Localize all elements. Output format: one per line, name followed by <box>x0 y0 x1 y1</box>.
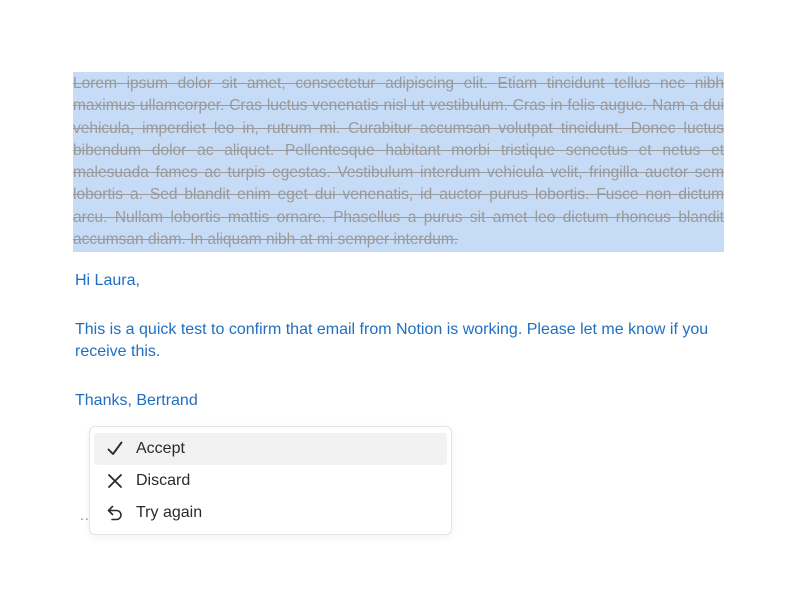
accept-label: Accept <box>136 440 185 457</box>
close-icon <box>108 474 122 488</box>
struck-paragraph-text: Lorem ipsum dolor sit amet, consectetur … <box>73 75 724 249</box>
try-again-menu-item[interactable]: Try again <box>94 497 447 529</box>
ai-action-menu: Accept Discard Try again <box>89 426 452 535</box>
check-icon <box>107 441 123 455</box>
undo-arrow-icon <box>107 505 122 521</box>
document-editor[interactable]: Lorem ipsum dolor sit amet, consectetur … <box>73 72 724 412</box>
suggestion-greeting: Hi Laura, <box>75 272 140 291</box>
discard-menu-item[interactable]: Discard <box>94 465 447 497</box>
suggestion-signoff: Thanks, Bertrand <box>75 391 198 410</box>
struck-through-paragraph[interactable]: Lorem ipsum dolor sit amet, consectetur … <box>73 72 724 253</box>
try-again-label: Try again <box>136 504 203 521</box>
ai-suggestion-block[interactable]: Hi Laura, This is a quick test to confir… <box>75 270 724 412</box>
suggestion-body: This is a quick test to confirm that ema… <box>75 320 709 362</box>
accept-menu-item[interactable]: Accept <box>94 433 447 465</box>
discard-label: Discard <box>136 472 191 489</box>
